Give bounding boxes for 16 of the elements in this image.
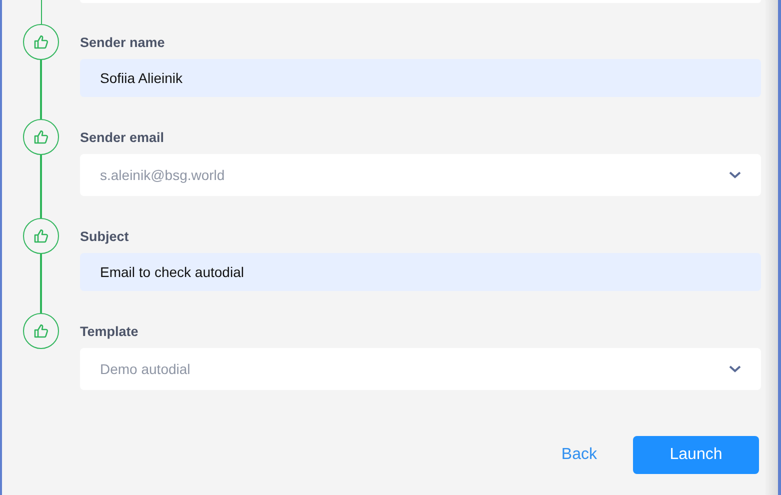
chevron-down-icon bbox=[729, 171, 741, 179]
back-link[interactable]: Back bbox=[561, 446, 597, 464]
field-label: Sender email bbox=[80, 129, 166, 147]
thumbs-up-icon bbox=[33, 323, 49, 339]
select-field[interactable]: Demo autodial bbox=[80, 348, 761, 390]
thumbs-up-icon bbox=[33, 228, 49, 244]
chevron-down-icon bbox=[729, 365, 741, 373]
launch-button[interactable]: Launch bbox=[633, 436, 759, 474]
field-label: Template bbox=[80, 323, 140, 341]
field-label: Sender name bbox=[80, 34, 166, 52]
input-field[interactable]: Email to check autodial bbox=[80, 253, 761, 291]
field-label: Subject bbox=[80, 228, 130, 246]
input-field[interactable]: Sofiia Alieinik bbox=[80, 59, 761, 97]
thumbs-up-icon bbox=[33, 129, 49, 145]
select-field[interactable]: s.aleinik@bsg.world bbox=[80, 154, 761, 196]
thumbs-up-icon bbox=[33, 34, 49, 50]
